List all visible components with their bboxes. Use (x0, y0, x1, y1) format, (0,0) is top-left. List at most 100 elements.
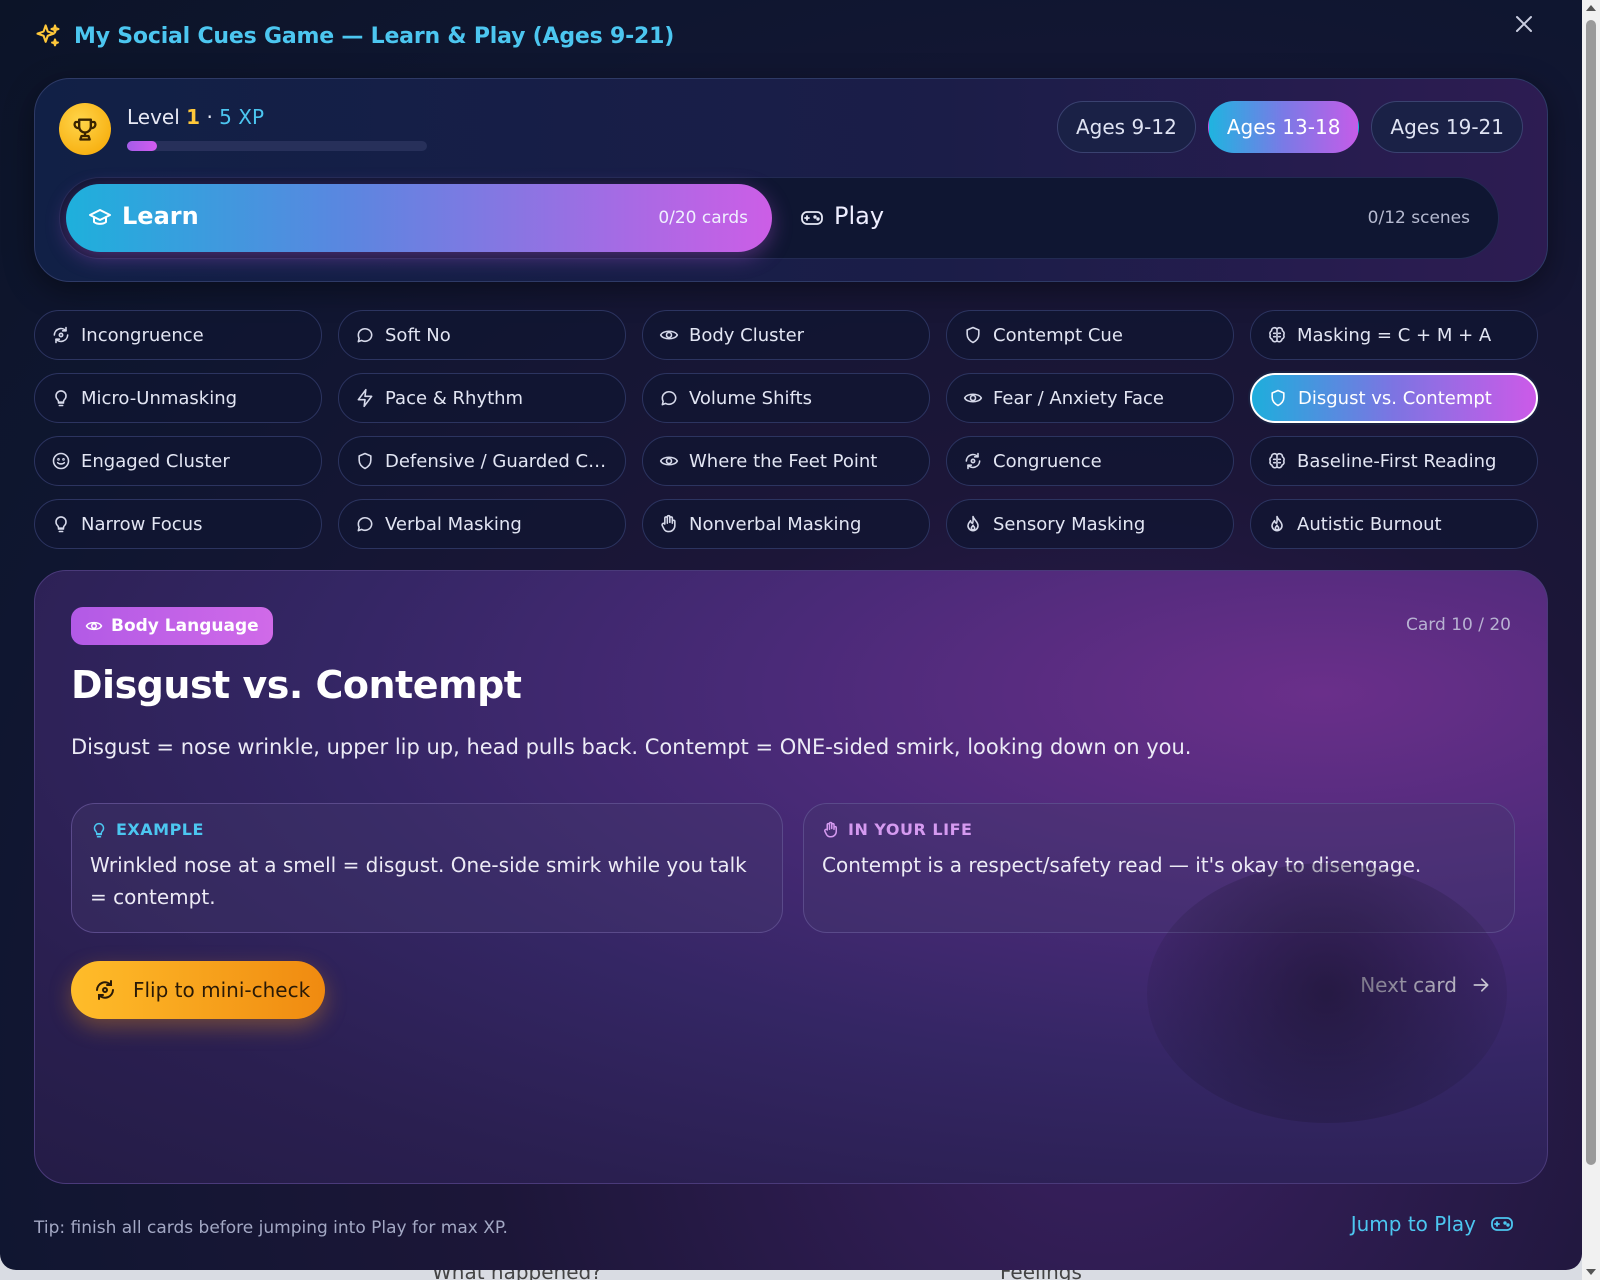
xp-value: 5 XP (219, 105, 264, 129)
in-your-life-box: IN YOUR LIFE Contempt is a respect/safet… (803, 803, 1515, 933)
scrollbar-thumb[interactable] (1586, 20, 1596, 1165)
topic-label: Soft No (385, 324, 451, 346)
lightbulb-icon (55, 390, 67, 407)
topic-label: Where the Feet Point (689, 450, 878, 472)
topic-label: Volume Shifts (689, 387, 812, 409)
graduation-cap-icon (89, 209, 111, 225)
topic-baseline-first-reading[interactable]: Baseline-First Reading (1250, 436, 1538, 486)
topic-label: Masking = C + M + A (1297, 324, 1492, 346)
game-modal: My Social Cues Game — Learn & Play (Ages… (0, 0, 1582, 1270)
close-button[interactable] (1512, 14, 1536, 38)
example-text: Wrinkled nose at a smell = disgust. One-… (90, 853, 747, 909)
next-card-button[interactable]: Next card (1360, 973, 1491, 997)
topic-pace-rhythm[interactable]: Pace & Rhythm (338, 373, 626, 423)
topic-label: Incongruence (81, 324, 204, 346)
topic-sensory-masking[interactable]: Sensory Masking (946, 499, 1234, 549)
topic-body-cluster[interactable]: Body Cluster (642, 310, 930, 360)
mode-switch: Learn 0/20 cards Play 0/12 scenes (59, 177, 1499, 259)
card-description: Disgust = nose wrinkle, upper lip up, he… (71, 735, 1192, 759)
category-chip: Body Language (71, 607, 273, 645)
xp-progress-bar (127, 141, 427, 151)
eye-icon (659, 330, 679, 340)
topic-label: Engaged Cluster (81, 450, 230, 472)
topic-masking-c-m-a[interactable]: Masking = C + M + A (1250, 310, 1538, 360)
progress-panel: Level 1 · 5 XP Ages 9-12 Ages 13-18 Ages 1… (34, 78, 1548, 282)
topic-label: Baseline-First Reading (1297, 450, 1497, 472)
eye-icon (85, 621, 103, 631)
topic-fear-anxiety-face[interactable]: Fear / Anxiety Face (946, 373, 1234, 423)
gamepad-icon (1491, 1217, 1513, 1231)
xp-progress-fill (127, 141, 157, 151)
scroll-down-arrow[interactable] (1586, 1269, 1596, 1275)
topic-grid: Incongruence Soft No Body Cluster Contempt … (34, 310, 1546, 549)
topic-narrow-focus[interactable]: Narrow Focus (34, 499, 322, 549)
topic-defensive-guarded-clust[interactable]: Defensive / Guarded Clust... (338, 436, 626, 486)
topic-disgust-vs-contempt[interactable]: Disgust vs. Contempt (1250, 373, 1538, 423)
lightbulb-icon (55, 516, 67, 533)
play-scene-count: 0/12 scenes (1367, 208, 1470, 228)
flip-label: Flip to mini-check (133, 978, 311, 1002)
window-scrollbar[interactable] (1582, 0, 1600, 1280)
topic-label: Defensive / Guarded Clust... (385, 450, 609, 472)
category-label: Body Language (111, 616, 259, 636)
topic-volume-shifts[interactable]: Volume Shifts (642, 373, 930, 423)
card-title: Disgust vs. Contempt (71, 663, 522, 707)
in-your-life-text: Contempt is a respect/safety read — it's… (822, 853, 1422, 877)
rotate-icon (965, 452, 981, 470)
topic-engaged-cluster[interactable]: Engaged Cluster (34, 436, 322, 486)
scroll-up-arrow[interactable] (1586, 5, 1596, 11)
topic-label: Disgust vs. Contempt (1298, 387, 1492, 409)
smile-icon (52, 452, 70, 470)
eye-icon (659, 456, 679, 466)
close-icon (1516, 16, 1532, 32)
trophy-badge (59, 103, 111, 155)
brain-icon (1269, 326, 1285, 343)
topic-micro-unmasking[interactable]: Micro-Unmasking (34, 373, 322, 423)
trophy-icon (73, 118, 97, 141)
jump-to-play-button[interactable]: Jump to Play (1351, 1212, 1514, 1236)
brain-icon (1269, 452, 1285, 469)
jump-to-play-label: Jump to Play (1350, 1212, 1476, 1236)
topic-congruence[interactable]: Congruence (946, 436, 1234, 486)
play-mode-button[interactable]: Play 0/12 scenes (772, 184, 1492, 252)
example-box: EXAMPLE Wrinkled nose at a smell = disgu… (71, 803, 783, 933)
topic-contempt-cue[interactable]: Contempt Cue (946, 310, 1234, 360)
age-pill-ages-13-18[interactable]: Ages 13-18 (1207, 101, 1360, 153)
rotate-icon (53, 326, 69, 344)
age-pill-ages-19-21[interactable]: Ages 19-21 (1371, 101, 1523, 153)
topic-label: Body Cluster (689, 324, 805, 346)
level-label: Level (127, 105, 180, 129)
chat-icon (661, 390, 677, 406)
chat-icon (357, 327, 373, 343)
level-readout: Level 1 · 5 XP (127, 105, 264, 129)
sparkle-icon (36, 24, 60, 47)
footer-tip: Tip: finish all cards before jumping int… (34, 1218, 508, 1238)
topic-soft-no[interactable]: Soft No (338, 310, 626, 360)
arrow-right-icon (1473, 978, 1489, 992)
level-separator: · (206, 105, 213, 129)
eye-icon (963, 393, 983, 403)
bolt-icon (357, 388, 373, 408)
topic-nonverbal-masking[interactable]: Nonverbal Masking (642, 499, 930, 549)
flame-icon (967, 515, 979, 532)
age-pill-ages-9-12[interactable]: Ages 9-12 (1056, 101, 1196, 153)
example-heading: EXAMPLE (116, 820, 204, 839)
topic-label: Autistic Burnout (1297, 513, 1442, 535)
learn-card: Body Language Card 10 / 20 Disgust vs. C… (34, 570, 1548, 1184)
topic-label: Sensory Masking (993, 513, 1146, 535)
card-counter: Card 10 / 20 (1406, 615, 1511, 635)
age-group-selector: Ages 9-12 Ages 13-18 Ages 19-21 (1056, 101, 1523, 153)
flip-to-mini-check-button[interactable]: Flip to mini-check (71, 961, 325, 1019)
topic-incongruence[interactable]: Incongruence (34, 310, 322, 360)
topic-autistic-burnout[interactable]: Autistic Burnout (1250, 499, 1538, 549)
topic-label: Fear / Anxiety Face (993, 387, 1164, 409)
shield-icon (358, 452, 372, 470)
topic-where-the-feet-point[interactable]: Where the Feet Point (642, 436, 930, 486)
topic-label: Micro-Unmasking (81, 387, 238, 409)
learn-card-count: 0/20 cards (658, 208, 748, 228)
learn-mode-button[interactable]: Learn 0/20 cards (66, 184, 772, 252)
play-mode-label: Play (834, 202, 885, 230)
topic-verbal-masking[interactable]: Verbal Masking (338, 499, 626, 549)
flame-icon (1271, 515, 1283, 532)
hand-icon (824, 821, 837, 838)
